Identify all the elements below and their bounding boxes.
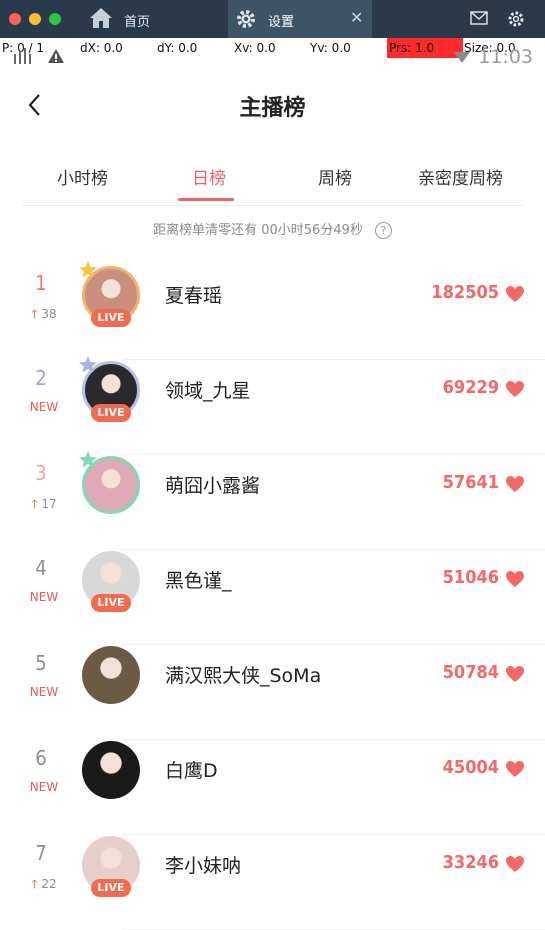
debug-prs: Prs: 1.0 (389, 41, 435, 55)
avatar-image (82, 646, 140, 704)
rank-number: 6 (35, 746, 47, 770)
debug-dx: dX: 0.0 (80, 41, 123, 55)
close-window-button[interactable] (9, 13, 21, 25)
ranking-row[interactable]: 2 NEW LIVE 领域_九星 69229 (0, 356, 545, 455)
tab-weekly[interactable]: 周榜 (318, 164, 352, 189)
avatar[interactable]: LIVE (82, 836, 140, 897)
tab-home-label: 首页 (124, 15, 151, 30)
rank-number: 7 (35, 841, 47, 865)
avatar[interactable]: LIVE (82, 551, 140, 612)
arrow-up-icon: 🡑 (31, 497, 42, 511)
arrow-up-icon: 🡑 (31, 307, 42, 321)
rank-change: 🡑 17 (31, 497, 57, 511)
tab-home[interactable]: 首页 (82, 0, 222, 38)
streamer-name: 李小妹呐 (165, 855, 242, 877)
help-icon[interactable]: ? (374, 222, 392, 239)
rank-change: NEW (29, 780, 59, 794)
tab-settings-label: 设置 (268, 15, 295, 30)
avatar[interactable]: LIVE (79, 356, 140, 422)
streamer-name: 萌囧小露酱 (165, 475, 261, 497)
countdown-text: 距离榜单清零还有 00小时56分49秒 (153, 223, 363, 238)
rank-change: 🡑 22 (31, 877, 57, 891)
status-time: 11:03 (478, 46, 533, 68)
streamer-name: 白鹰D (165, 760, 218, 782)
tab-daily[interactable]: 日榜 (192, 164, 226, 189)
ranking-tabs: 小时榜 日榜 周榜 亲密度周榜 (0, 160, 545, 206)
debug-xv: Xv: 0.0 (234, 41, 276, 55)
heart-icon (506, 761, 524, 777)
rank-number: 2 (35, 366, 47, 390)
tab-hourly[interactable]: 小时榜 (57, 164, 108, 189)
streamer-name: 领域_九星 (165, 380, 251, 402)
heart-icon (506, 286, 524, 302)
arrow-up-icon: 🡑 (31, 877, 42, 891)
settings-icon[interactable] (507, 10, 525, 28)
crown-icon (79, 356, 97, 373)
live-badge: LIVE (91, 404, 131, 422)
heart-icon (506, 666, 524, 682)
streamer-name: 夏春瑶 (165, 285, 223, 307)
crown-icon (79, 261, 97, 278)
ranking-row[interactable]: 3 🡑 17 萌囧小露酱 57641 (0, 451, 545, 550)
close-tab-icon[interactable]: ✕ (350, 8, 363, 27)
streamer-name: 满汉熙大侠_SoMa (165, 665, 322, 687)
ranking-row[interactable]: 1 🡑 38 LIVE 夏春瑶 182505 (0, 261, 545, 360)
crown-icon (79, 451, 97, 468)
tab-intimacy-weekly[interactable]: 亲密度周榜 (418, 164, 503, 189)
score-value: 50784 (442, 662, 499, 683)
ranking-row[interactable]: 4 NEW LIVE 黑色谨_ 51046 (0, 550, 545, 645)
streamer-name: 黑色谨_ (165, 570, 232, 592)
heart-icon (506, 381, 524, 397)
score-value: 57641 (442, 472, 499, 493)
heart-icon (506, 856, 524, 872)
minimize-window-button[interactable] (29, 13, 41, 25)
signal-icon (14, 48, 64, 64)
ranking-row[interactable]: 7 🡑 22 LIVE 李小妹呐 33246 (0, 835, 545, 930)
rank-change: NEW (29, 400, 59, 414)
reset-countdown: 距离榜单清零还有 00小时56分49秒? (0, 219, 545, 239)
tabs-divider (22, 205, 523, 206)
heart-icon (506, 476, 524, 492)
gear-icon (237, 10, 255, 28)
debug-yv: Yv: 0.0 (310, 41, 351, 55)
mail-icon[interactable] (470, 11, 488, 25)
rank-number: 3 (35, 461, 47, 485)
score-value: 69229 (442, 377, 499, 398)
score-value: 182505 (431, 282, 499, 303)
score-value: 33246 (442, 852, 499, 873)
rank-number: 1 (35, 271, 47, 295)
rank-change: NEW (29, 685, 59, 699)
active-tab-indicator (178, 198, 234, 201)
heart-icon (506, 571, 524, 587)
debug-dy: dY: 0.0 (157, 41, 198, 55)
score-value: 45004 (442, 757, 499, 778)
avatar-image (82, 741, 140, 799)
avatar[interactable] (82, 646, 140, 704)
live-badge: LIVE (91, 594, 131, 612)
rank-change: NEW (29, 590, 59, 604)
score-value: 51046 (442, 567, 499, 588)
avatar[interactable] (82, 741, 140, 799)
wifi-icon (454, 52, 470, 63)
avatar[interactable]: LIVE (79, 261, 140, 327)
page-title: 主播榜 (239, 96, 306, 121)
avatar[interactable] (79, 451, 140, 514)
rank-number: 4 (35, 556, 47, 580)
window-titlebar: 首页 设置 ✕ (0, 0, 545, 38)
live-badge: LIVE (91, 309, 131, 327)
rank-change: 🡑 38 (31, 307, 57, 321)
tab-settings[interactable]: 设置 ✕ (228, 0, 372, 38)
rank-number: 5 (35, 651, 47, 675)
home-icon (90, 8, 112, 28)
live-badge: LIVE (91, 879, 131, 897)
ranking-row[interactable]: 6 NEW 白鹰D 45004 (0, 740, 545, 835)
ranking-row[interactable]: 5 NEW 满汉熙大侠_SoMa 50784 (0, 645, 545, 740)
maximize-window-button[interactable] (49, 13, 61, 25)
